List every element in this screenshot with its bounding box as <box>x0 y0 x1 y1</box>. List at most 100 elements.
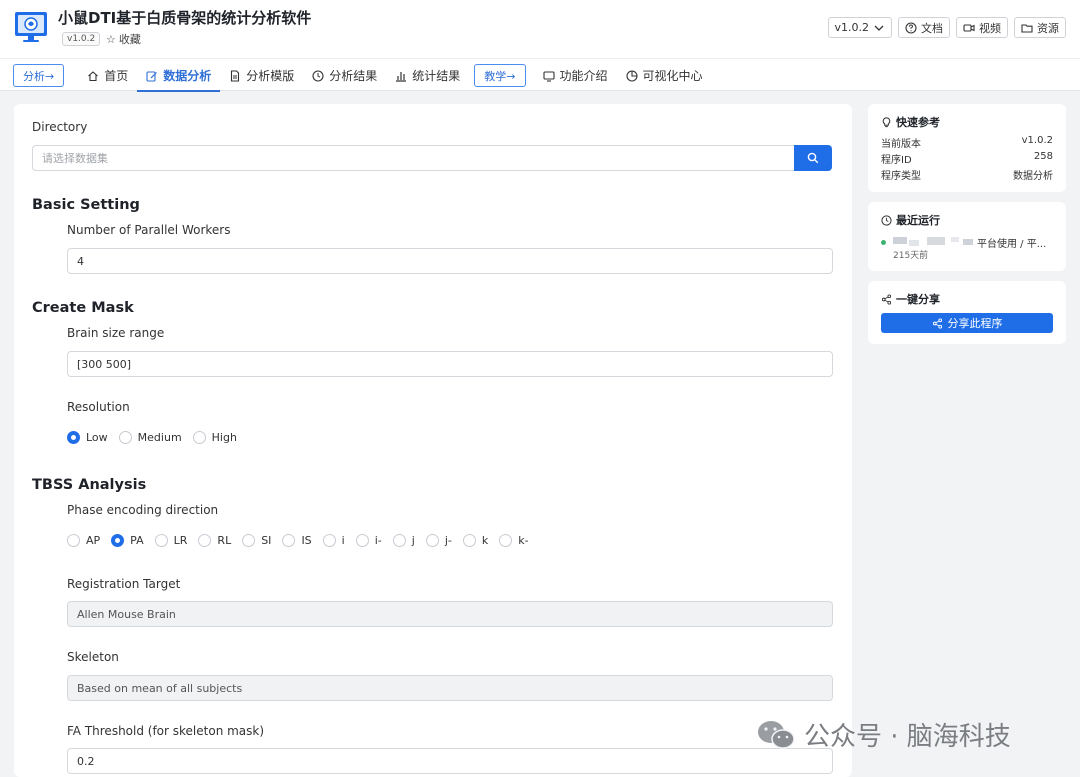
document-icon <box>231 69 240 82</box>
resolution-radio-group: Low Medium High <box>67 431 248 444</box>
radio-resolution-low[interactable]: Low <box>67 431 108 444</box>
wechat-icon <box>758 720 795 749</box>
main-nav: 分析→ 首页 数据分析 分析模版 分析结果 统计结果 教学→ 功能介绍 可视化中 <box>0 58 1080 92</box>
kv-value: 数据分析 <box>1013 171 1053 182</box>
radio-phase-si[interactable]: SI <box>242 534 271 547</box>
recent-run-item[interactable]: 平台使用 / 平... <box>881 235 1059 250</box>
chevron-down-icon <box>874 25 884 31</box>
radio-dot <box>111 534 125 547</box>
radio-label: i <box>341 534 345 547</box>
workers-input[interactable]: 4 <box>67 248 833 274</box>
video-label: 视频 <box>979 21 1001 35</box>
radio-dot <box>198 534 212 547</box>
bar-chart-icon <box>396 71 407 82</box>
monitor-icon <box>542 70 555 82</box>
nav-item-stats[interactable]: 统计结果 <box>386 59 469 92</box>
phase-radio-group: AP PA LR RL SI IS i i- j j- k k- <box>67 534 540 547</box>
radio-label: Medium <box>137 431 182 444</box>
video-button[interactable]: 视频 <box>956 17 1008 38</box>
radio-label: PA <box>130 534 144 547</box>
directory-search-button[interactable] <box>794 145 832 171</box>
star-icon: ☆ <box>106 32 116 46</box>
radio-dot <box>192 431 206 444</box>
workers-label: Number of Parallel Workers <box>67 223 231 237</box>
status-dot <box>881 240 886 245</box>
lightbulb-icon <box>882 116 891 127</box>
brain-size-label: Brain size range <box>67 326 165 340</box>
radio-label: High <box>211 431 237 444</box>
radio-dot <box>322 534 336 547</box>
skeleton-input: Based on mean of all subjects <box>67 675 833 701</box>
pie-chart-icon <box>625 69 638 82</box>
favorite-label: 收藏 <box>118 33 141 46</box>
nav-item-features[interactable]: 功能介绍 <box>534 59 617 92</box>
radio-phase-ap[interactable]: AP <box>67 534 100 547</box>
recent-run-time: 215天前 <box>893 251 929 261</box>
blurred-text <box>909 240 919 246</box>
favorite-button[interactable]: ☆ 收藏 <box>106 31 141 47</box>
radio-dot <box>462 534 476 547</box>
radio-dot <box>499 534 513 547</box>
radio-phase-lr[interactable]: LR <box>154 534 187 547</box>
resolution-label: Resolution <box>67 400 130 414</box>
nav-item-templates[interactable]: 分析模版 <box>220 59 303 92</box>
resources-label: 资源 <box>1037 21 1059 35</box>
share-icon <box>932 317 942 329</box>
nav-label-visualization: 可视化中心 <box>642 69 703 83</box>
nav-item-data-analysis[interactable]: 数据分析 <box>137 59 221 92</box>
app-logo-icon <box>15 12 47 42</box>
app-title: 小鼠DTI基于白质骨架的统计分析软件 <box>58 9 312 27</box>
quick-ref-row: 程序ID 258 <box>881 151 1053 166</box>
radio-label: j- <box>444 534 452 547</box>
home-icon <box>88 70 99 81</box>
radio-dot <box>392 534 406 547</box>
analysis-pill[interactable]: 分析→ <box>13 64 65 87</box>
radio-phase-k[interactable]: k <box>462 534 488 547</box>
analysis-form-card: Directory 请选择数据集 Basic Setting Number of… <box>14 104 852 777</box>
share-title: 一键分享 <box>881 291 940 307</box>
radio-label: AP <box>86 534 101 547</box>
reg-target-label: Registration Target <box>67 577 181 591</box>
radio-resolution-medium[interactable]: Medium <box>118 431 182 444</box>
kv-key: 程序类型 <box>881 171 921 182</box>
nav-item-results[interactable]: 分析结果 <box>303 59 386 92</box>
radio-resolution-high[interactable]: High <box>192 431 237 444</box>
brain-size-input[interactable]: [300 500] <box>67 351 833 377</box>
resources-button[interactable]: 资源 <box>1014 17 1066 38</box>
share-program-button[interactable]: 分享此程序 <box>881 313 1053 333</box>
fa-threshold-input[interactable]: 0.2 <box>67 748 833 774</box>
share-title-text: 一键分享 <box>896 293 940 306</box>
radio-phase-i-neg[interactable]: i- <box>355 534 382 547</box>
radio-dot <box>118 431 132 444</box>
radio-phase-j-neg[interactable]: j- <box>425 534 452 547</box>
radio-phase-pa[interactable]: PA <box>111 534 144 547</box>
nav-item-visualization[interactable]: 可视化中心 <box>617 59 712 92</box>
radio-phase-i[interactable]: i <box>322 534 345 547</box>
kv-key: 当前版本 <box>881 139 921 150</box>
share-icon <box>881 293 892 305</box>
radio-label: IS <box>301 534 312 547</box>
docs-button[interactable]: 文档 <box>898 17 950 38</box>
radio-phase-j[interactable]: j <box>392 534 415 547</box>
radio-phase-is[interactable]: IS <box>282 534 312 547</box>
radio-dot <box>154 534 168 547</box>
teach-pill[interactable]: 教学→ <box>474 64 526 87</box>
clock-icon <box>312 69 324 82</box>
directory-label: Directory <box>32 120 88 134</box>
version-select[interactable]: v1.0.2 <box>827 17 892 38</box>
section-create-mask: Create Mask <box>32 300 134 316</box>
fa-threshold-label: FA Threshold (for skeleton mask) <box>67 724 265 738</box>
section-tbss-analysis: TBSS Analysis <box>32 477 147 493</box>
nav-item-home[interactable]: 首页 <box>78 59 137 92</box>
directory-input[interactable]: 请选择数据集 <box>32 145 795 171</box>
help-circle-icon <box>905 21 917 34</box>
blurred-text <box>927 237 945 245</box>
radio-dot <box>242 534 256 547</box>
radio-label: RL <box>217 534 232 547</box>
recent-title-text: 最近运行 <box>896 214 940 227</box>
edit-icon <box>146 70 158 82</box>
skeleton-label: Skeleton <box>67 650 119 664</box>
radio-phase-k-neg[interactable]: k- <box>499 534 529 547</box>
kv-value: v1.0.2 <box>1021 135 1053 146</box>
radio-phase-rl[interactable]: RL <box>198 534 231 547</box>
